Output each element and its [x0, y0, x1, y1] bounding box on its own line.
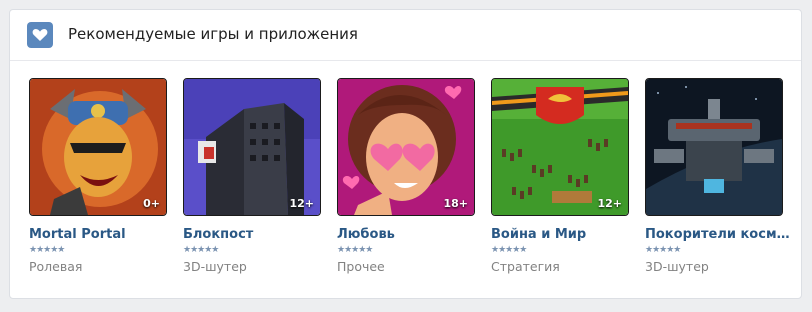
section-title: Рекомендуемые игры и приложения: [68, 25, 358, 43]
rating-stars: ★★★★★: [645, 245, 681, 255]
age-rating-badge: 12+: [289, 197, 314, 210]
game-title[interactable]: Mortal Portal: [29, 227, 179, 242]
rating-stars: ★★★★★: [183, 245, 219, 255]
age-rating-badge: 0+: [143, 197, 160, 210]
game-genre: 3D-шутер: [183, 259, 247, 274]
game-title[interactable]: Война и Мир: [491, 227, 641, 242]
game-thumbnail[interactable]: 0+: [29, 78, 167, 216]
game-genre: Прочее: [337, 259, 385, 274]
game-card[interactable]: 18+ Любовь ★★★★★ Прочее: [337, 78, 479, 274]
game-card[interactable]: 12+ Блокпост ★★★★★ 3D-шутер: [183, 78, 325, 274]
game-card[interactable]: 12+ Война и Мир ★★★★★ Стратегия: [491, 78, 633, 274]
game-genre: Ролевая: [29, 259, 83, 274]
game-thumbnail[interactable]: [645, 78, 783, 216]
game-card[interactable]: Покорители космо... ★★★★★ 3D-шутер: [645, 78, 795, 274]
rating-stars: ★★★★★: [337, 245, 373, 255]
game-genre: Стратегия: [491, 259, 560, 274]
game-title[interactable]: Покорители космо...: [645, 227, 795, 242]
game-thumbnail[interactable]: 12+: [183, 78, 321, 216]
game-card[interactable]: 0+ Mortal Portal ★★★★★ Ролевая: [29, 78, 171, 274]
age-rating-badge: 12+: [597, 197, 622, 210]
game-genre: 3D-шутер: [645, 259, 709, 274]
game-thumbnail[interactable]: 12+: [491, 78, 629, 216]
heart-icon: [27, 22, 53, 48]
game-thumbnail[interactable]: 18+: [337, 78, 475, 216]
recommended-games-panel: Рекомендуемые игры и приложения 0+ Morta…: [9, 9, 802, 299]
rating-stars: ★★★★★: [29, 245, 65, 255]
game-title[interactable]: Любовь: [337, 227, 487, 242]
age-rating-badge: 18+: [443, 197, 468, 210]
game-title[interactable]: Блокпост: [183, 227, 333, 242]
panel-header: Рекомендуемые игры и приложения: [10, 10, 801, 61]
rating-stars: ★★★★★: [491, 245, 527, 255]
